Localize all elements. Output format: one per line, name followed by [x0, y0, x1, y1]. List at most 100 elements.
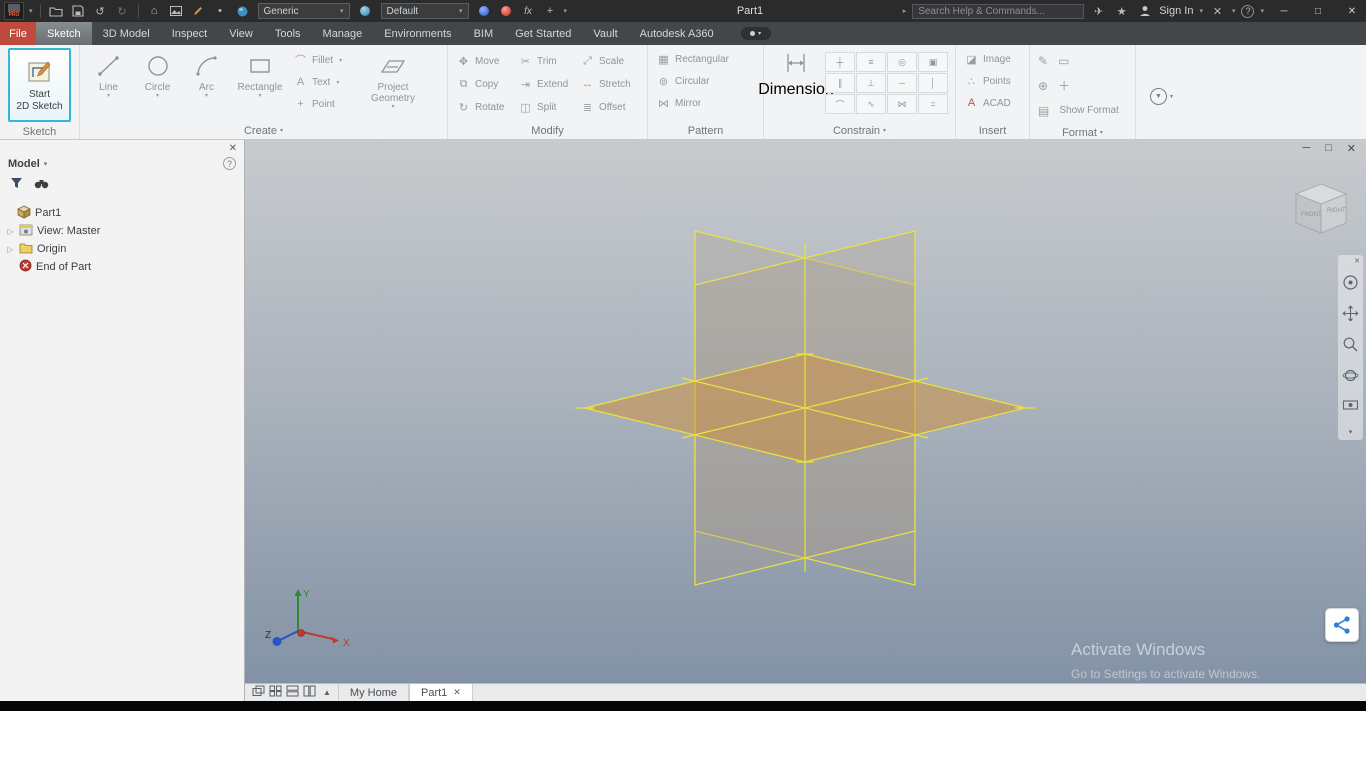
insert-acad-button[interactable]: AACAD — [961, 92, 1024, 114]
centerline-icon[interactable]: ⊕ — [1038, 79, 1048, 93]
insert-points-button[interactable]: ∴Points — [961, 70, 1024, 92]
symmetric-constraint-button[interactable]: ⋈ — [887, 94, 917, 114]
maximize-button[interactable]: □ — [1304, 0, 1332, 22]
tree-item-origin[interactable]: ▷ Origin — [0, 240, 244, 258]
offset-button[interactable]: ≣Offset — [577, 96, 639, 118]
tab-file[interactable]: File — [0, 22, 36, 45]
project-geometry-button[interactable]: Project Geometry ▾ — [360, 48, 426, 111]
circle-tool-button[interactable]: Circle ▾ — [134, 48, 181, 100]
tab-manage[interactable]: Manage — [312, 22, 374, 45]
line-tool-button[interactable]: Line ▾ — [85, 48, 132, 100]
rectangle-tool-button[interactable]: Rectangle ▾ — [232, 48, 288, 100]
material-globe-icon[interactable] — [234, 2, 251, 20]
pan-icon[interactable] — [1342, 305, 1359, 327]
expand-arrow-icon[interactable]: ▷ — [6, 245, 15, 254]
tree-item-part[interactable]: Part1 — [0, 204, 244, 222]
expand-tabbar-icon[interactable]: ▲ — [323, 688, 331, 697]
tab-get-started[interactable]: Get Started — [504, 22, 582, 45]
exchange-caret-icon[interactable]: ▾ — [1232, 7, 1236, 15]
search-binoculars-icon[interactable] — [34, 176, 49, 194]
orbit-icon[interactable] — [1342, 367, 1359, 389]
tab-sketch[interactable]: Sketch — [36, 22, 92, 45]
doc-tab-part1[interactable]: Part1 ✕ — [409, 684, 473, 702]
insert-image-button[interactable]: ◪Image — [961, 48, 1024, 70]
point-tool-button[interactable]: + Point — [290, 93, 352, 115]
vertical-constraint-button[interactable]: │ — [918, 73, 948, 93]
panel-label-constrain[interactable]: Constrain ▾ — [764, 122, 955, 139]
fillet-tool-button[interactable]: ⌒ Fillet ▾ — [290, 49, 352, 71]
browser-close-icon[interactable]: ✕ — [229, 143, 237, 154]
tab-3d-model[interactable]: 3D Model — [92, 22, 161, 45]
tab-autodesk-a360[interactable]: Autodesk A360 — [629, 22, 725, 45]
parameters-fx-icon[interactable]: fx — [520, 2, 537, 20]
centerpoint-icon[interactable]: ＋ — [1058, 77, 1070, 94]
undo-icon[interactable]: ↺ — [92, 2, 109, 20]
lock-constraint-button[interactable]: ▣ — [918, 52, 948, 72]
tile-horizontal-icon[interactable] — [286, 685, 299, 700]
tab-inspect[interactable]: Inspect — [161, 22, 218, 45]
adjust-ball-blue-icon[interactable] — [476, 2, 493, 20]
tree-item-end-of-part[interactable]: End of Part — [0, 258, 244, 276]
community-icon[interactable]: ✈ — [1090, 2, 1107, 20]
doc-tab-close-icon[interactable]: ✕ — [453, 687, 461, 698]
panel-label-create[interactable]: Create ▾ — [80, 122, 447, 139]
browser-title[interactable]: Model — [8, 158, 40, 170]
inventor-logo[interactable]: PRO — [4, 2, 24, 20]
appearance-ball-icon[interactable] — [357, 2, 374, 20]
measure-plus-icon[interactable]: + — [542, 2, 559, 20]
tab-bim[interactable]: BIM — [463, 22, 505, 45]
sketch-format-icon[interactable]: ✎ — [1038, 54, 1048, 68]
rotate-button[interactable]: ↻Rotate — [453, 96, 515, 118]
minimize-button[interactable]: ─ — [1270, 0, 1298, 22]
cascade-windows-icon[interactable] — [252, 685, 265, 700]
favorites-star-icon[interactable]: ★ — [1113, 2, 1130, 20]
doc-close-icon[interactable]: ✕ — [1347, 142, 1356, 155]
tab-view[interactable]: View — [218, 22, 264, 45]
material-dropdown[interactable]: Generic ▾ — [258, 3, 350, 19]
scale-button[interactable]: ⤢Scale — [577, 50, 639, 72]
viewport-canvas[interactable]: ─ □ ✕ FRONT RIGHT ✕ — [245, 140, 1366, 701]
expand-arrow-icon[interactable]: ▷ — [6, 227, 15, 236]
tab-environments[interactable]: Environments — [373, 22, 462, 45]
equal-constraint-button[interactable]: = — [918, 94, 948, 114]
tab-vault[interactable]: Vault — [582, 22, 628, 45]
close-button[interactable]: ✕ — [1338, 0, 1366, 22]
app-menu-caret-icon[interactable]: ▾ — [29, 7, 33, 15]
coincident-constraint-button[interactable]: ┼ — [825, 52, 855, 72]
adjust-ball-red-icon[interactable] — [498, 2, 515, 20]
a360-share-button[interactable] — [1325, 608, 1359, 642]
help-icon[interactable]: ? — [1241, 5, 1254, 18]
navbar-more-chevron-icon[interactable]: ▾ — [1349, 428, 1353, 436]
parallel-constraint-button[interactable]: ∥ — [825, 73, 855, 93]
search-expand-caret-icon[interactable]: ▸ — [903, 7, 907, 15]
panel-label-format[interactable]: Format ▾ — [1030, 126, 1135, 139]
doc-restore-icon[interactable]: □ — [1325, 142, 1332, 155]
smooth-constraint-button[interactable]: ∿ — [856, 94, 886, 114]
extend-button[interactable]: ⇥Extend — [515, 73, 577, 95]
horizontal-constraint-button[interactable]: ─ — [887, 73, 917, 93]
exchange-apps-icon[interactable]: ✕ — [1209, 2, 1226, 20]
stretch-button[interactable]: ↔Stretch — [577, 73, 639, 95]
appearance-dropdown[interactable]: Default ▾ — [381, 3, 469, 19]
sketch-pencil-icon[interactable] — [190, 2, 207, 20]
start-2d-sketch-button[interactable]: Start 2D Sketch — [8, 48, 71, 122]
sign-in-caret-icon[interactable]: ▾ — [1199, 7, 1203, 15]
navbar-close-icon[interactable]: ✕ — [1354, 257, 1363, 265]
home-icon[interactable]: ⌂ — [146, 2, 163, 20]
rectangular-pattern-button[interactable]: ▦Rectangular — [653, 48, 758, 70]
collinear-constraint-button[interactable]: ≡ — [856, 52, 886, 72]
perpendicular-constraint-button[interactable]: ⊥ — [856, 73, 886, 93]
arc-tool-button[interactable]: Arc ▾ — [183, 48, 230, 100]
tab-tools[interactable]: Tools — [264, 22, 312, 45]
render-icon[interactable] — [168, 2, 185, 20]
ribbon-collapse-button[interactable]: ▼ ▾ — [1150, 54, 1173, 139]
format-box-icon[interactable]: ▭ — [1058, 54, 1069, 68]
open-icon[interactable] — [48, 2, 65, 20]
circular-pattern-button[interactable]: ⊚Circular — [653, 70, 758, 92]
navigation-wheel-icon[interactable] — [1342, 274, 1359, 296]
tangent-constraint-button[interactable]: ⌒ — [825, 94, 855, 114]
dimension-button[interactable]: Dimension — [769, 48, 823, 99]
save-icon[interactable] — [70, 2, 87, 20]
tile-windows-icon[interactable] — [269, 685, 282, 700]
filter-icon[interactable] — [10, 176, 23, 194]
